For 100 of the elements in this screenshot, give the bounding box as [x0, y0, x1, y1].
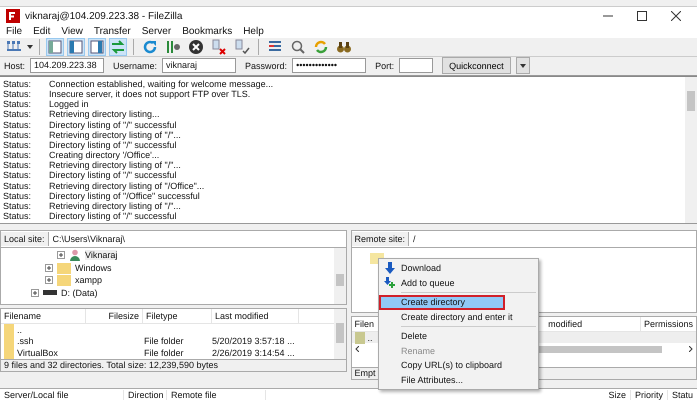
column-header[interactable]: modified — [545, 316, 641, 331]
view-toggle[interactable] — [46, 38, 64, 56]
column-header[interactable]: Priority — [630, 390, 668, 400]
expand-icon[interactable] — [57, 251, 65, 260]
menu-item[interactable]: Help — [243, 26, 264, 37]
username-label: Username: — [113, 60, 158, 71]
column-header[interactable]: Last modified — [212, 308, 299, 323]
scrollbar[interactable] — [685, 76, 697, 223]
maximize-icon[interactable] — [637, 11, 647, 22]
menu-item[interactable]: File — [6, 26, 22, 37]
column-header[interactable]: Statu — [668, 390, 697, 400]
column-header[interactable]: Filesize — [86, 308, 143, 323]
quickconnect-dropdown[interactable] — [516, 57, 530, 74]
scroll-left-icon[interactable] — [354, 346, 358, 352]
local-site-label: Local site: — [1, 232, 49, 246]
column-header[interactable]: Direction — [124, 390, 167, 400]
log-label: Status: — [3, 211, 32, 222]
expand-icon[interactable] — [45, 264, 53, 272]
log-message: Directory listing of "/" successful — [49, 170, 176, 181]
log-label: Status: — [3, 120, 32, 130]
log-message: Retrieving directory listing... — [49, 109, 160, 120]
menu-item[interactable]: Copy URL(s) to clipboard — [379, 358, 538, 372]
log-label: Status: — [3, 190, 32, 202]
tree-label: D: (Data) — [61, 288, 98, 298]
menu-item[interactable]: Transfer — [94, 26, 131, 37]
local-status-text: 9 files and 32 directories. Total size: 12,239,590 bytes — [4, 360, 218, 370]
scroll-right-icon[interactable] — [689, 346, 693, 352]
menu-item[interactable]: Delete — [379, 329, 538, 344]
view-toggle[interactable] — [109, 38, 127, 56]
file-name[interactable]: .. — [368, 332, 373, 343]
log-label: Status: — [3, 99, 32, 110]
close-icon[interactable] — [671, 11, 681, 22]
menu-item[interactable]: Create directory — [379, 295, 505, 310]
username-field[interactable]: viknaraj — [162, 58, 236, 74]
view-toggle[interactable] — [88, 38, 106, 56]
remote-path-field[interactable]: / — [409, 234, 416, 244]
search-icon[interactable] — [290, 38, 306, 54]
menu-item[interactable]: View — [61, 26, 83, 37]
log-message: Connection established, waiting for welcome message... — [49, 78, 274, 89]
tree-item[interactable]: D: (Data) — [1, 286, 334, 299]
quickconnect-button[interactable]: Quickconnect — [442, 57, 511, 74]
column-header[interactable]: Remote file — [167, 390, 266, 400]
file-name[interactable]: .ssh — [17, 336, 34, 346]
tree-label: xampp — [75, 275, 102, 286]
tree-item[interactable]: xampp — [45, 274, 334, 286]
expand-icon[interactable] — [45, 276, 53, 284]
expand-icon[interactable] — [31, 288, 39, 297]
file-name[interactable]: .. — [17, 324, 22, 335]
log-message: Retrieving directory listing of "/"... — [49, 130, 181, 140]
log-message: Directory listing of "/Office" successful — [49, 190, 200, 202]
folder-icon — [4, 346, 14, 359]
host-field[interactable]: 104.209.223.38 — [30, 58, 104, 74]
file-modified: 5/20/2019 3:57:18 ... — [212, 336, 295, 346]
reconnect-icon[interactable] — [234, 38, 250, 54]
file-name[interactable]: VirtualBox — [17, 348, 58, 358]
password-field[interactable]: ••••••••••••• — [292, 58, 366, 74]
window-title: viknaraj@104.209.223.38 - FileZilla — [25, 10, 182, 22]
scrollbar[interactable] — [334, 308, 346, 359]
caret-icon — [520, 64, 526, 68]
menu-item[interactable]: File Attributes... — [379, 372, 538, 387]
log-message: Directory listing of "/" successful — [49, 211, 176, 222]
file-type: File folder — [144, 348, 184, 358]
folder-icon — [57, 274, 71, 286]
log-label: Status: — [3, 180, 32, 191]
tree-label: Viknaraj — [85, 250, 118, 260]
log-message: Retrieving directory listing of "/"... — [49, 201, 181, 212]
caret-icon[interactable] — [27, 44, 33, 48]
log-message: Retrieving directory listing of "/Office"... — [49, 180, 204, 191]
log-label: Status: — [3, 140, 32, 150]
menu-item[interactable]: Edit — [33, 26, 50, 37]
tree-item[interactable]: Viknaraj — [45, 248, 334, 262]
queue-icon[interactable] — [165, 38, 181, 54]
remote-status-text: Empt — [354, 368, 376, 378]
column-header[interactable]: Filetype — [143, 308, 212, 323]
local-path-field[interactable]: C:\Users\Viknaraj\ — [48, 234, 125, 244]
disconnect-icon[interactable] — [211, 38, 227, 54]
scrollbar[interactable] — [334, 248, 346, 304]
sync-icon[interactable] — [313, 38, 329, 54]
menu-item[interactable]: Add to queue — [379, 276, 538, 290]
column-header[interactable]: Permissions — [640, 316, 696, 331]
column-header[interactable]: Filename — [1, 308, 86, 323]
log-label: Status: — [3, 78, 32, 89]
drive-icon — [43, 290, 57, 296]
log-message: Retrieving directory listing of "/"... — [49, 160, 181, 170]
log-label: Status: — [3, 88, 32, 100]
cancel-icon[interactable] — [188, 38, 204, 54]
folder-icon — [4, 324, 14, 336]
menu-item[interactable]: Download — [379, 261, 538, 276]
menu-item[interactable]: Server — [142, 26, 172, 37]
log-label: Status: — [3, 170, 32, 181]
port-field[interactable] — [399, 58, 434, 74]
log-label: Status: — [3, 160, 32, 170]
menu-item[interactable]: Bookmarks — [182, 26, 232, 37]
tree-item[interactable]: Windows — [45, 261, 334, 274]
view-toggle[interactable] — [67, 38, 85, 56]
column-header[interactable]: Size — [604, 390, 631, 400]
log-label: Status: — [3, 109, 32, 120]
log-message: Logged in — [49, 99, 89, 110]
refresh-icon[interactable] — [142, 38, 158, 54]
column-header[interactable]: Server/Local file — [0, 390, 124, 400]
